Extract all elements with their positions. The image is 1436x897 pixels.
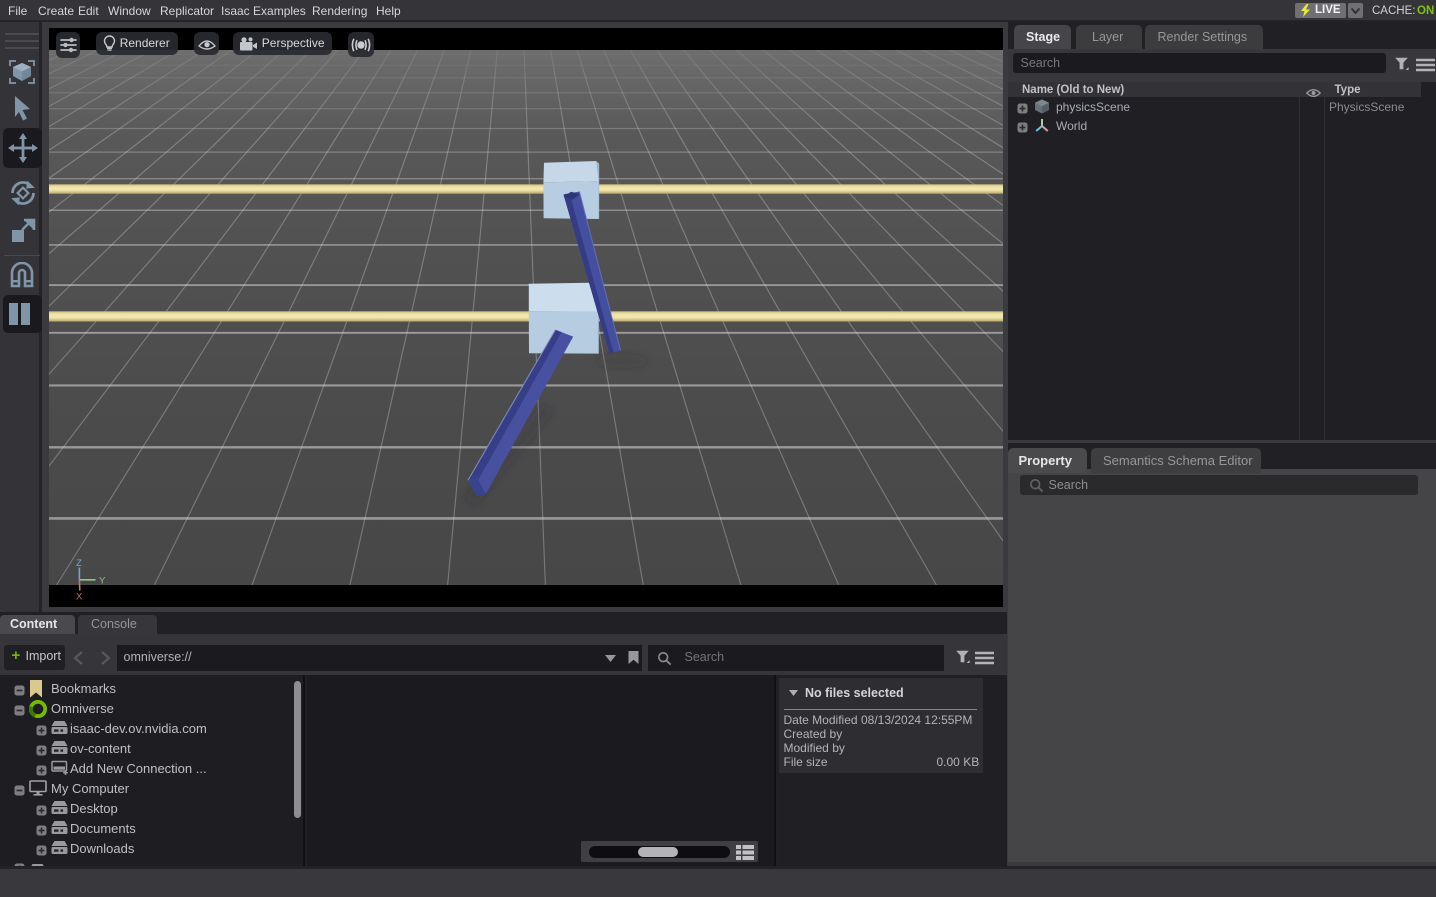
svg-text:Z: Z [76,558,82,569]
svg-text:Y: Y [99,576,106,587]
svg-text:X: X [76,592,83,603]
